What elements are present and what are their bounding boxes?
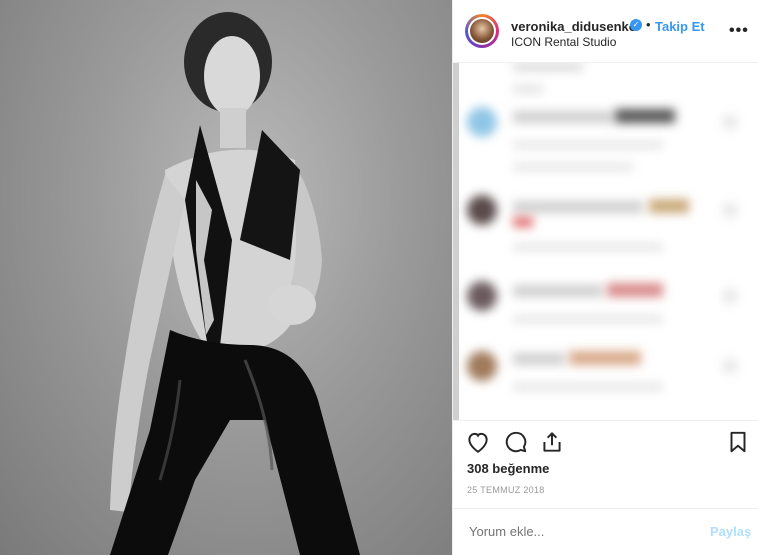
comment-icon[interactable] bbox=[503, 429, 529, 455]
bookmark-icon[interactable] bbox=[725, 429, 751, 455]
photo-figure bbox=[110, 12, 360, 555]
verified-badge-icon: ✓ bbox=[630, 19, 642, 31]
comments-list-blurred bbox=[453, 63, 758, 420]
likes-count[interactable]: 308 beğenme bbox=[467, 461, 549, 476]
location-link[interactable]: ICON Rental Studio bbox=[511, 35, 616, 49]
more-options-icon[interactable]: ••• bbox=[729, 22, 749, 40]
header-separator: • bbox=[646, 17, 651, 32]
post-photo[interactable] bbox=[0, 0, 452, 555]
username-link[interactable]: veronika_didusenko bbox=[511, 19, 637, 34]
heart-icon[interactable] bbox=[465, 429, 491, 455]
follow-button[interactable]: Takip Et bbox=[655, 19, 705, 34]
avatar[interactable] bbox=[465, 14, 499, 48]
post-header: veronika_didusenko ✓ • Takip Et ICON Ren… bbox=[453, 0, 758, 63]
share-icon[interactable] bbox=[539, 429, 565, 455]
comment-input[interactable] bbox=[467, 523, 671, 540]
post-side-panel: veronika_didusenko ✓ • Takip Et ICON Ren… bbox=[452, 0, 758, 555]
post-date: 25 TEMMUZ 2018 bbox=[467, 485, 545, 495]
comment-box: Paylaş bbox=[453, 508, 758, 556]
post-actions: 308 beğenme 25 TEMMUZ 2018 bbox=[453, 420, 758, 509]
post-comment-button[interactable]: Paylaş bbox=[710, 524, 751, 539]
